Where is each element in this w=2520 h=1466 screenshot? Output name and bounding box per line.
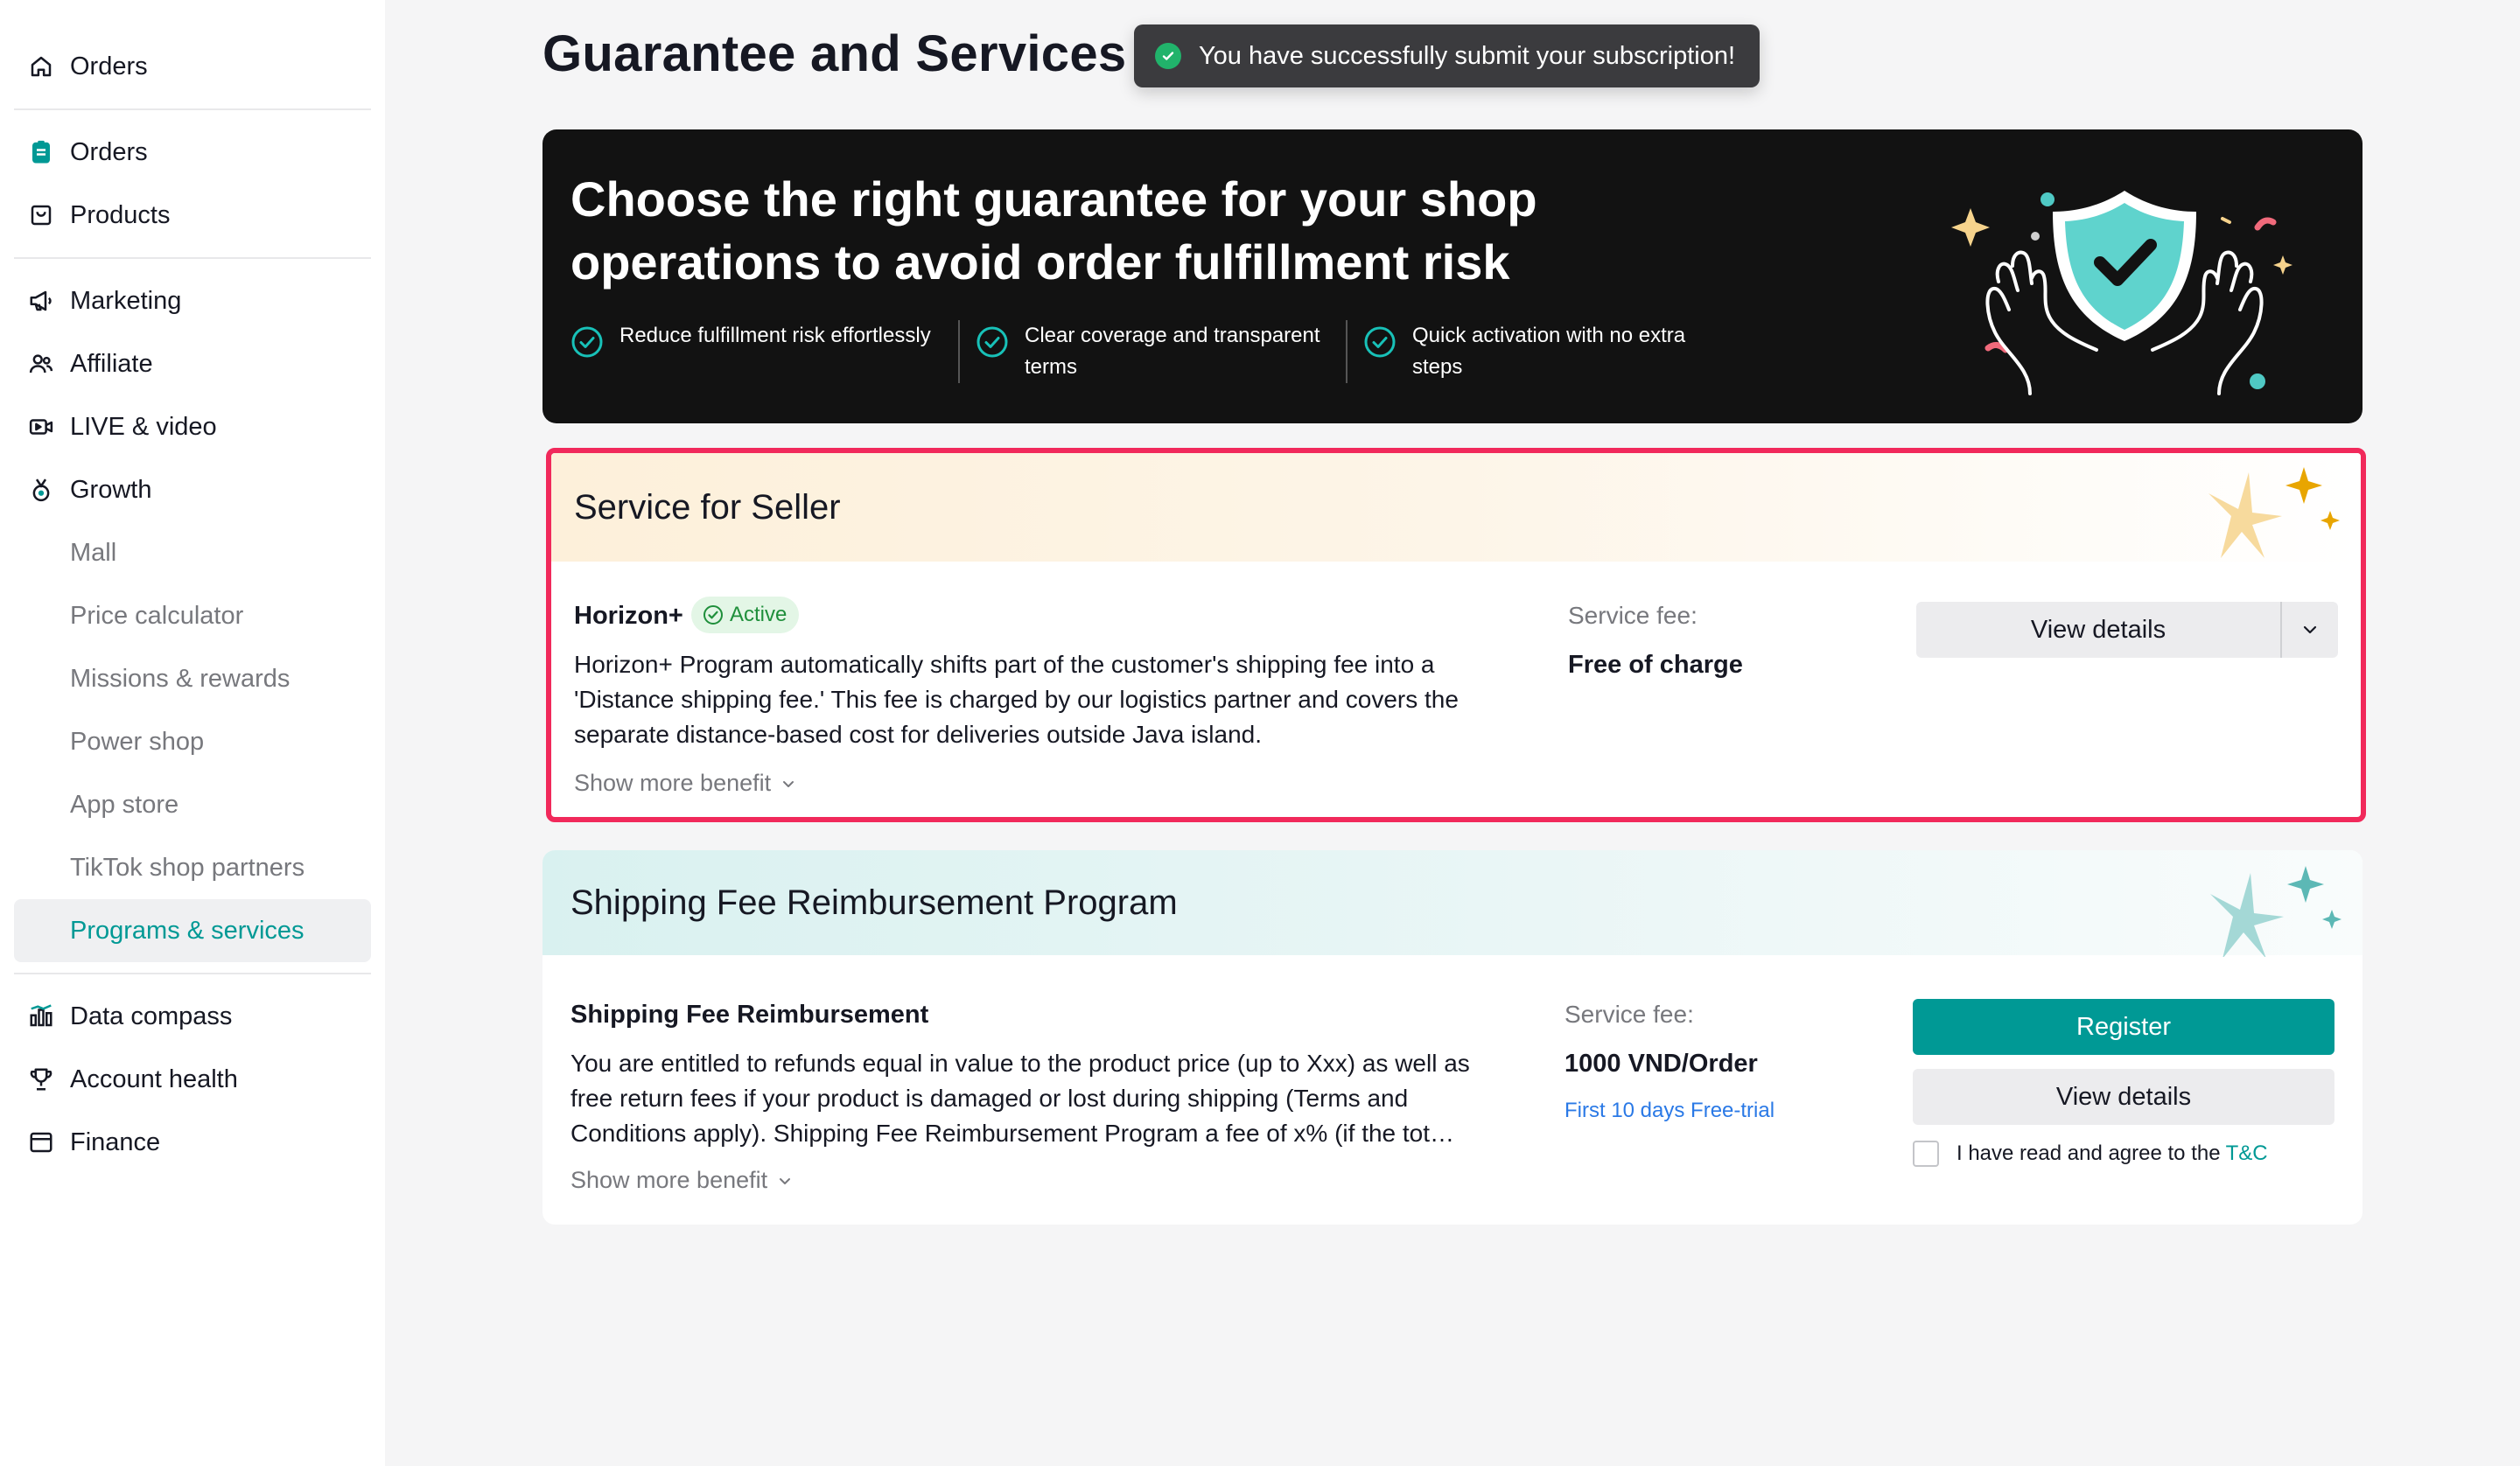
sidebar-item-account-health[interactable]: Account health	[14, 1048, 371, 1111]
success-toast: You have successfully submit your subscr…	[1134, 24, 1760, 87]
sidebar-item-label: Marketing	[70, 286, 182, 315]
banner-benefit-item: Clear coverage and transparent terms	[958, 320, 1346, 383]
home-icon	[28, 53, 54, 80]
divider	[14, 257, 371, 259]
banner-benefit-text: Reduce fulfillment risk effortlessly	[620, 324, 931, 347]
terms-agreement: I have read and agree to the T&C	[1913, 1141, 2268, 1167]
more-options-button[interactable]	[2282, 602, 2338, 658]
check-circle-icon	[1364, 326, 1396, 358]
service-fee-label: Service fee:	[1564, 1001, 1694, 1028]
sidebar-item-label: Data compass	[70, 1002, 233, 1030]
guarantee-banner: Choose the right guarantee for your shop…	[542, 129, 2362, 423]
sidebar-sub-programs-services[interactable]: Programs & services	[14, 899, 371, 962]
people-icon	[28, 351, 54, 377]
sidebar-item-label: Orders	[70, 137, 148, 166]
terms-link[interactable]: T&C	[2226, 1141, 2268, 1166]
service-for-seller-card: Service for Seller Horizon+ Active Horiz…	[546, 448, 2366, 822]
toast-message: You have successfully submit your subscr…	[1199, 41, 1736, 70]
banner-benefit-text: Clear coverage and transparent terms	[1025, 324, 1320, 379]
sidebar-item-orders-home[interactable]: Orders	[14, 35, 371, 98]
sidebar-sub-power-shop[interactable]: Power shop	[14, 710, 371, 773]
card-header: Service for Seller	[551, 453, 2361, 562]
sidebar-item-label: Orders	[70, 52, 148, 80]
service-fee-value: 1000 VND/Order	[1564, 1050, 1758, 1078]
sidebar-item-label: Account health	[70, 1065, 238, 1093]
sidebar-item-affiliate[interactable]: Affiliate	[14, 332, 371, 395]
sidebar-item-products[interactable]: Products	[14, 184, 371, 247]
show-more-label: Show more benefit	[574, 770, 772, 796]
sidebar-sub-price-calculator[interactable]: Price calculator	[14, 584, 371, 647]
service-name: Horizon+	[574, 602, 683, 630]
show-more-benefit-link[interactable]: Show more benefit	[570, 1167, 794, 1194]
service-name: Shipping Fee Reimbursement	[570, 1001, 929, 1029]
register-button[interactable]: Register	[1913, 999, 2334, 1055]
service-fee-value: Free of charge	[1568, 651, 1743, 679]
sidebar-sub-tiktok-shop-partners[interactable]: TikTok shop partners	[14, 836, 371, 899]
clipboard-icon	[28, 139, 54, 165]
view-details-button[interactable]: View details	[1916, 602, 2280, 658]
bar-chart-icon	[28, 1003, 54, 1030]
show-more-benefit-link[interactable]: Show more benefit	[574, 770, 797, 797]
chevron-down-icon	[2303, 625, 2317, 634]
check-circle-icon	[976, 326, 1008, 358]
sidebar-item-live-video[interactable]: LIVE & video	[14, 395, 371, 458]
card-header: Shipping Fee Reimbursement Program	[542, 850, 2362, 957]
banner-benefit-text: Quick activation with no extra steps	[1412, 324, 1686, 379]
agree-checkbox[interactable]	[1913, 1141, 1939, 1167]
wallet-icon	[28, 1129, 54, 1155]
agree-text: I have read and agree to the	[1956, 1141, 2221, 1165]
trophy-icon	[28, 1066, 54, 1093]
banner-title: Choose the right guarantee for your shop…	[570, 171, 1537, 290]
video-icon	[28, 414, 54, 440]
sidebar-item-label: LIVE & video	[70, 412, 217, 441]
check-circle-icon	[1155, 43, 1181, 69]
sparkle-decoration-icon	[2210, 866, 2342, 957]
free-trial-link[interactable]: First 10 days Free-trial	[1564, 1099, 1774, 1123]
sidebar-item-orders[interactable]: Orders	[14, 121, 371, 184]
banner-benefit-list: Reduce fulfillment risk effortlessly Cle…	[570, 320, 1733, 383]
sidebar-item-label: Growth	[70, 475, 152, 504]
sidebar-item-label: Affiliate	[70, 349, 153, 378]
show-more-label: Show more benefit	[570, 1167, 768, 1193]
sidebar-item-finance[interactable]: Finance	[14, 1111, 371, 1174]
megaphone-icon	[28, 288, 54, 314]
sidebar-sub-app-store[interactable]: App store	[14, 773, 371, 836]
divider	[14, 973, 371, 974]
sidebar-sub-mall[interactable]: Mall	[14, 521, 371, 584]
medal-icon	[28, 477, 54, 503]
sidebar-item-data-compass[interactable]: Data compass	[14, 985, 371, 1048]
banner-benefit-item: Quick activation with no extra steps	[1346, 320, 1733, 383]
bag-icon	[28, 202, 54, 228]
status-badge: Active	[691, 597, 800, 633]
service-description: You are entitled to refunds equal in val…	[570, 1050, 1470, 1147]
shipping-fee-reimbursement-card: Shipping Fee Reimbursement Program Shipp…	[542, 850, 2362, 1225]
sidebar-item-marketing[interactable]: Marketing	[14, 269, 371, 332]
check-circle-icon	[571, 326, 603, 358]
card-title: Service for Seller	[574, 487, 841, 527]
card-title: Shipping Fee Reimbursement Program	[570, 883, 1178, 922]
sidebar-item-growth[interactable]: Growth	[14, 458, 371, 521]
chevron-down-icon	[780, 1177, 791, 1184]
view-details-split-button: View details	[1916, 602, 2338, 658]
view-details-button[interactable]: View details	[1913, 1069, 2334, 1125]
sidebar-item-label: Products	[70, 200, 171, 229]
service-fee-label: Service fee:	[1568, 602, 1698, 629]
sidebar: Orders Orders Products Marketing Affilia…	[0, 0, 385, 1466]
banner-benefit-item: Reduce fulfillment risk effortlessly	[570, 320, 958, 383]
sidebar-item-label: Finance	[70, 1127, 161, 1156]
sidebar-sub-missions-rewards[interactable]: Missions & rewards	[14, 647, 371, 710]
shield-check-hands-icon	[1951, 191, 2292, 395]
check-circle-icon	[704, 605, 723, 625]
status-badge-label: Active	[730, 603, 788, 626]
page-title: Guarantee and Services	[542, 25, 1127, 82]
chevron-down-icon	[783, 780, 794, 787]
divider	[14, 108, 371, 110]
sparkle-decoration-icon	[2208, 467, 2340, 558]
service-description: Horizon+ Program automatically shifts pa…	[574, 651, 1459, 748]
